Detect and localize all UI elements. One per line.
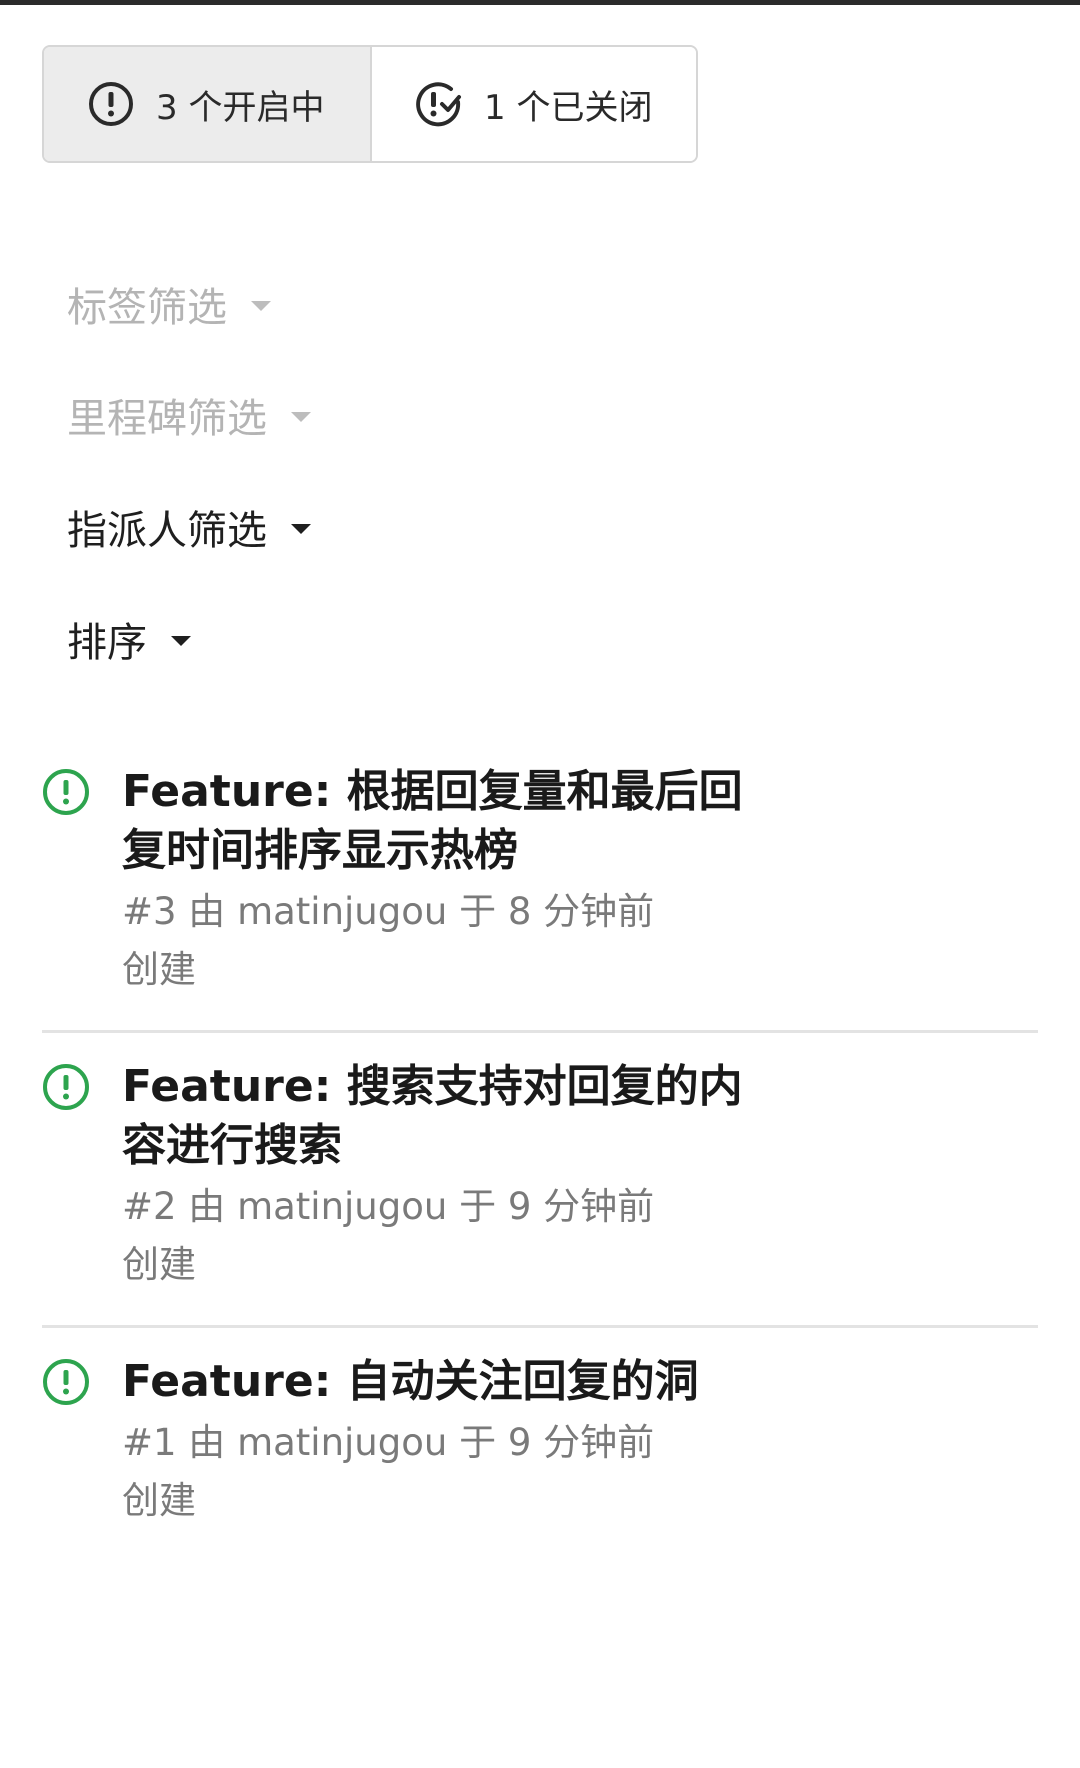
- chevron-down-icon: [291, 412, 311, 422]
- sort-dropdown[interactable]: 排序: [67, 609, 191, 669]
- issue-open-icon: [42, 1358, 90, 1406]
- assignee-filter-text: 指派人筛选: [67, 508, 267, 554]
- milestone-filter-dropdown[interactable]: 里程碑筛选: [67, 385, 311, 445]
- assignee-filter-dropdown[interactable]: 指派人筛选: [67, 497, 311, 557]
- open-issues-tab[interactable]: 3 个开启中: [44, 47, 372, 161]
- issue-meta: #2 由 matinjugou 于 9 分钟前创建: [122, 1185, 655, 1286]
- issue-item[interactable]: Feature: 根据回复量和最后回复时间排序显示热榜 #3 由 matinju…: [42, 762, 1038, 1002]
- issue-title[interactable]: Feature: 根据回复量和最后回复时间排序显示热榜: [122, 762, 762, 880]
- closed-issues-label: 1 个已关闭: [484, 87, 653, 128]
- chevron-down-icon: [251, 301, 271, 311]
- label-filter-dropdown[interactable]: 标签筛选: [67, 274, 271, 334]
- divider: [42, 1325, 1038, 1328]
- top-edge-bar: [0, 0, 1080, 5]
- issue-item[interactable]: Feature: 自动关注回复的洞 #1 由 matinjugou 于 9 分钟…: [42, 1352, 1038, 1532]
- open-issues-label: 3 个开启中: [156, 87, 325, 128]
- issue-meta: #1 由 matinjugou 于 9 分钟前创建: [122, 1421, 655, 1522]
- issue-open-icon: [86, 79, 136, 129]
- issue-title[interactable]: Feature: 搜索支持对回复的内容进行搜索: [122, 1057, 762, 1175]
- issue-item[interactable]: Feature: 搜索支持对回复的内容进行搜索 #2 由 matinjugou …: [42, 1057, 1038, 1297]
- issue-open-icon: [42, 1063, 90, 1111]
- issue-meta: #3 由 matinjugou 于 8 分钟前创建: [122, 890, 655, 991]
- issue-closed-icon: [414, 79, 464, 129]
- milestone-filter-text: 里程碑筛选: [67, 396, 267, 442]
- issue-open-icon: [42, 768, 90, 816]
- closed-issues-tab[interactable]: 1 个已关闭: [372, 47, 696, 161]
- issue-title[interactable]: Feature: 自动关注回复的洞: [122, 1352, 762, 1411]
- issue-state-toggle: 3 个开启中 1 个已关闭: [42, 45, 698, 163]
- label-filter-text: 标签筛选: [67, 285, 227, 331]
- chevron-down-icon: [171, 636, 191, 646]
- sort-text: 排序: [67, 620, 147, 666]
- divider: [42, 1030, 1038, 1033]
- chevron-down-icon: [291, 524, 311, 534]
